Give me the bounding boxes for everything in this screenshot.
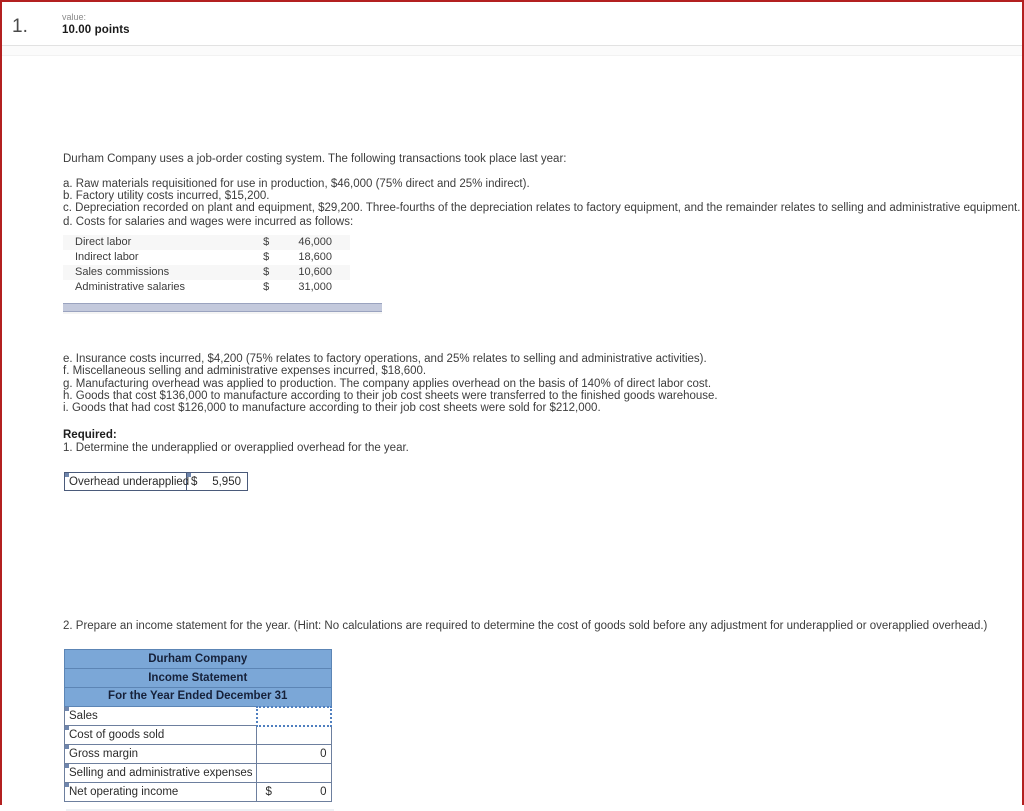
currency-symbol: $ — [241, 236, 269, 249]
currency-symbol: $ — [261, 785, 271, 800]
income-statement-row-value-cogs[interactable] — [257, 726, 331, 745]
statement-period: For the Year Ended December 31 — [65, 688, 332, 707]
currency-symbol: $ — [241, 266, 269, 279]
currency-symbol: $ — [241, 251, 269, 264]
statement-name: Income Statement — [65, 669, 332, 688]
header-strip — [2, 46, 1022, 56]
table-row: Sales commissions $10,600 — [63, 265, 350, 280]
cell-corner-marker-icon — [187, 473, 191, 477]
row-label-text: Gross margin — [69, 748, 138, 760]
income-statement-row-value-gross-margin[interactable]: 0 — [257, 745, 331, 764]
overhead-label-cell[interactable]: Overhead underapplied — [65, 473, 187, 490]
requirement-1-text: 1. Determine the underapplied or overapp… — [63, 441, 409, 455]
income-statement-subtitle-row: Income Statement — [65, 669, 332, 688]
overhead-value-text: 5,950 — [212, 475, 241, 488]
table-row: Gross margin 0 — [65, 745, 332, 764]
salaries-table-shadow — [63, 312, 382, 314]
problem-intro: Durham Company uses a job-order costing … — [63, 152, 566, 166]
value-label: value: — [62, 12, 130, 23]
income-statement-row-value-sga[interactable] — [257, 764, 331, 783]
income-statement-title-row: Durham Company — [65, 650, 332, 669]
currency-symbol: $ — [241, 281, 269, 294]
salaries-row-label: Administrative salaries — [63, 280, 229, 295]
income-statement-row-label[interactable]: Gross margin — [65, 745, 257, 764]
income-statement-row-value-net-income[interactable]: $0 — [257, 783, 331, 802]
cell-corner-marker-icon — [65, 764, 69, 768]
question-number: 1. — [12, 16, 28, 38]
amount-value: 31,000 — [298, 281, 332, 293]
requirement-2-text: 2. Prepare an income statement for the y… — [63, 619, 987, 633]
salaries-row-label: Sales commissions — [63, 265, 229, 280]
cell-corner-marker-icon — [65, 707, 69, 711]
income-statement-row-label[interactable]: Selling and administrative expenses — [65, 764, 257, 783]
problem-item-i: i. Goods that had cost $126,000 to manuf… — [63, 401, 601, 415]
overhead-value-cell[interactable]: $ 5,950 — [187, 473, 247, 490]
problem-item-c: c. Depreciation recorded on plant and eq… — [63, 201, 1020, 215]
page-frame: 1. value: 10.00 points Durham Company us… — [0, 0, 1024, 805]
table-row: Direct labor $46,000 — [63, 235, 350, 250]
salaries-table-bottombar — [63, 303, 382, 312]
income-statement-row-label[interactable]: Net operating income — [65, 783, 257, 802]
row-label-text: Selling and administrative expenses — [69, 767, 252, 779]
cell-corner-marker-icon — [65, 745, 69, 749]
row-value-text: 0 — [320, 786, 326, 798]
income-statement-row-label[interactable]: Sales — [65, 707, 257, 726]
overhead-label-text: Overhead underapplied — [69, 476, 189, 488]
row-label-text: Cost of goods sold — [69, 729, 164, 741]
table-row: Administrative salaries $31,000 — [63, 280, 350, 295]
cell-corner-marker-icon — [65, 473, 69, 477]
company-name: Durham Company — [65, 650, 332, 669]
income-statement-table: Durham Company Income Statement For the … — [64, 649, 332, 802]
table-row: Selling and administrative expenses — [65, 764, 332, 783]
income-statement-period-row: For the Year Ended December 31 — [65, 688, 332, 707]
overhead-answer-box[interactable]: Overhead underapplied $ 5,950 — [64, 472, 248, 491]
question-header: 1. value: 10.00 points — [2, 2, 1022, 46]
salaries-row-amount: $31,000 — [229, 280, 350, 295]
amount-value: 18,600 — [298, 251, 332, 263]
cell-corner-marker-icon — [65, 783, 69, 787]
row-value-text: 0 — [320, 748, 326, 760]
salaries-and-wages-table: Direct labor $46,000 Indirect labor $18,… — [63, 235, 350, 295]
cell-corner-marker-icon — [65, 726, 69, 730]
row-label-text: Sales — [69, 710, 98, 722]
amount-value: 10,600 — [298, 266, 332, 278]
problem-item-d: d. Costs for salaries and wages were inc… — [63, 215, 353, 229]
salaries-row-amount: $18,600 — [229, 250, 350, 265]
table-row: Sales — [65, 707, 332, 726]
points-value: 10.00 points — [62, 23, 130, 37]
table-row: Cost of goods sold — [65, 726, 332, 745]
income-statement-row-label[interactable]: Cost of goods sold — [65, 726, 257, 745]
table-row: Net operating income $0 — [65, 783, 332, 802]
income-statement-row-value-sales[interactable] — [257, 707, 331, 726]
salaries-row-amount: $46,000 — [229, 235, 350, 250]
salaries-row-label: Direct labor — [63, 235, 229, 250]
salaries-row-label: Indirect labor — [63, 250, 229, 265]
table-row: Indirect labor $18,600 — [63, 250, 350, 265]
question-value-block: value: 10.00 points — [62, 12, 130, 38]
row-label-text: Net operating income — [69, 786, 178, 798]
amount-value: 46,000 — [298, 236, 332, 248]
salaries-row-amount: $10,600 — [229, 265, 350, 280]
currency-symbol: $ — [191, 475, 197, 488]
